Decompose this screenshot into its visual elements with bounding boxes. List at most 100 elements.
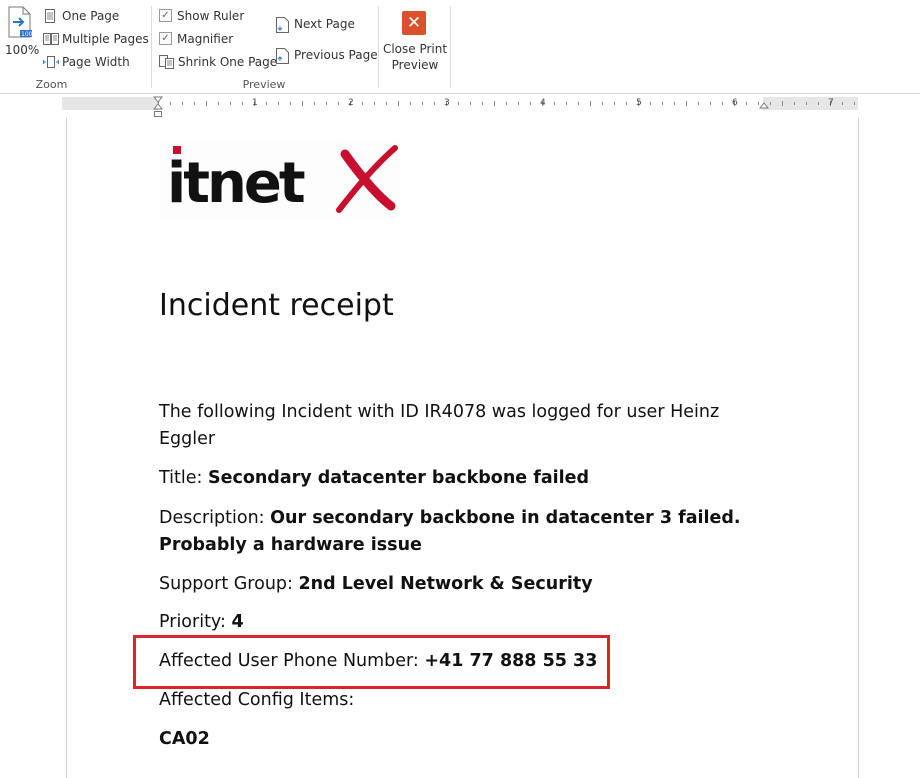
ruler-tick [578, 102, 579, 105]
ruler-tick [266, 102, 267, 105]
support-group-value: 2nd Level Network & Security [298, 574, 593, 594]
support-group-field: Support Group: 2nd Level Network & Secur… [159, 571, 593, 598]
zoom-percent-label: 100% [5, 43, 40, 57]
ruler-tick [278, 102, 279, 105]
multiple-pages-icon [43, 33, 59, 45]
ruler-tick [326, 102, 327, 105]
config-item-ca02: CA02 [159, 729, 210, 749]
svg-text:itnet: itnet [167, 151, 305, 216]
ruler-tick [554, 102, 555, 105]
ruler-tick [398, 101, 399, 106]
horizontal-ruler[interactable]: 1 2 3 4 5 6 7 [62, 96, 858, 117]
page-width-icon [43, 56, 59, 68]
close-print-preview-button[interactable]: ✕ Close Print Preview [380, 10, 450, 76]
intro-line-1: The following Incident with ID IR4078 wa… [159, 402, 720, 422]
ruler-number-2: 2 [348, 98, 354, 108]
ribbon-divider-2 [378, 6, 379, 88]
zoom-group-label: Zoom [35, 78, 68, 91]
ruler-number-4: 4 [540, 98, 546, 108]
description-value-line1: Our secondary backbone in datacenter 3 f… [270, 508, 741, 528]
ruler-tick [698, 102, 699, 105]
title-value: Secondary datacenter backbone failed [207, 468, 590, 488]
right-indent-marker[interactable] [759, 102, 769, 112]
close-icon: ✕ [402, 11, 426, 35]
ruler-tick [806, 102, 807, 105]
ruler-tick [170, 102, 171, 105]
ruler-tick [338, 102, 339, 105]
next-page-label: Next Page [294, 17, 355, 31]
ruler-tick [506, 102, 507, 105]
priority-field: Priority: 4 [159, 609, 244, 636]
next-page-icon [276, 17, 289, 33]
shrink-one-page-label: Shrink One Page [178, 55, 278, 69]
ruler-tick [494, 101, 495, 106]
ruler-tick [590, 101, 591, 106]
preview-group: ✓ Show Ruler ✓ Magnifier Shrink One Page… [152, 0, 450, 93]
config-items-label: Affected Config Items: [159, 690, 355, 710]
close-print-preview-label-line2: Preview [391, 58, 439, 72]
intro-line-2: Eggler [159, 429, 216, 449]
shrink-one-page-icon [159, 55, 174, 69]
description-continuation: Probably a hardware issue [159, 532, 422, 559]
ruler-tick [242, 102, 243, 105]
ruler-tick [182, 102, 183, 105]
ruler-tick [794, 102, 795, 105]
previous-page-label: Previous Page [294, 48, 378, 62]
ruler-tick [458, 102, 459, 105]
ruler-tick [782, 101, 783, 106]
ruler-tick [482, 102, 483, 105]
show-ruler-check-icon: ✓ [159, 9, 172, 22]
ribbon-divider-3 [450, 6, 451, 88]
ruler-tick [674, 102, 675, 105]
ruler-tick [374, 102, 375, 105]
ruler-tick [602, 102, 603, 105]
itnetx-logo-image: itnet [167, 145, 398, 216]
one-page-icon [45, 9, 55, 23]
ruler-tick [746, 102, 747, 105]
preview-group-label: Preview [242, 78, 286, 91]
ruler-tick [206, 101, 207, 106]
ruler-tick [194, 102, 195, 105]
previous-page-icon [276, 48, 289, 64]
ruler-tick [410, 102, 411, 105]
phone-number-highlight-box [133, 635, 610, 689]
ruler-tick [230, 102, 231, 105]
ruler-tick [854, 102, 855, 105]
zoom-group: 100 100% One Page Multiple Pages Page Wi… [0, 0, 149, 93]
show-ruler-label: Show Ruler [177, 9, 245, 23]
ruler-tick [386, 102, 387, 105]
itnetx-logo: itnet [159, 140, 401, 220]
config-items-value: CA02 [159, 726, 210, 753]
ruler-tick [566, 102, 567, 105]
page-width-label: Page Width [62, 55, 130, 69]
ruler-tick [662, 102, 663, 105]
ruler-tick [530, 102, 531, 105]
ruler-number-6: 6 [732, 98, 738, 108]
close-print-preview-label-line1: Close Print [382, 42, 448, 56]
one-page-label: One Page [62, 9, 120, 23]
ruler-number-1: 1 [252, 98, 258, 108]
zoom-100-button[interactable]: 100 100% [4, 6, 40, 60]
ruler-tick [614, 102, 615, 105]
ruler-tick [470, 102, 471, 105]
ruler-tick [626, 102, 627, 105]
ruler-tick [770, 102, 771, 105]
ruler-tick [434, 102, 435, 105]
left-indent-marker[interactable] [153, 96, 163, 118]
description-value-line2: Probably a hardware issue [159, 535, 422, 555]
title-field: Title: Secondary datacenter backbone fai… [159, 465, 589, 492]
ruler-number-5: 5 [636, 98, 642, 108]
description-field: Description: Our secondary backbone in d… [159, 505, 741, 532]
ruler-tick [422, 102, 423, 105]
description-label: Description: [159, 508, 271, 528]
ruler-tick [842, 102, 843, 105]
ruler-tick [650, 102, 651, 105]
magnifier-label: Magnifier [177, 32, 234, 46]
print-preview-ribbon: 100 100% One Page Multiple Pages Page Wi… [0, 0, 920, 94]
ruler-tick [686, 101, 687, 106]
ruler-tick [218, 102, 219, 105]
priority-value: 4 [231, 612, 244, 632]
ruler-tick [818, 102, 819, 105]
ruler-tick [314, 102, 315, 105]
ruler-tick [710, 102, 711, 105]
